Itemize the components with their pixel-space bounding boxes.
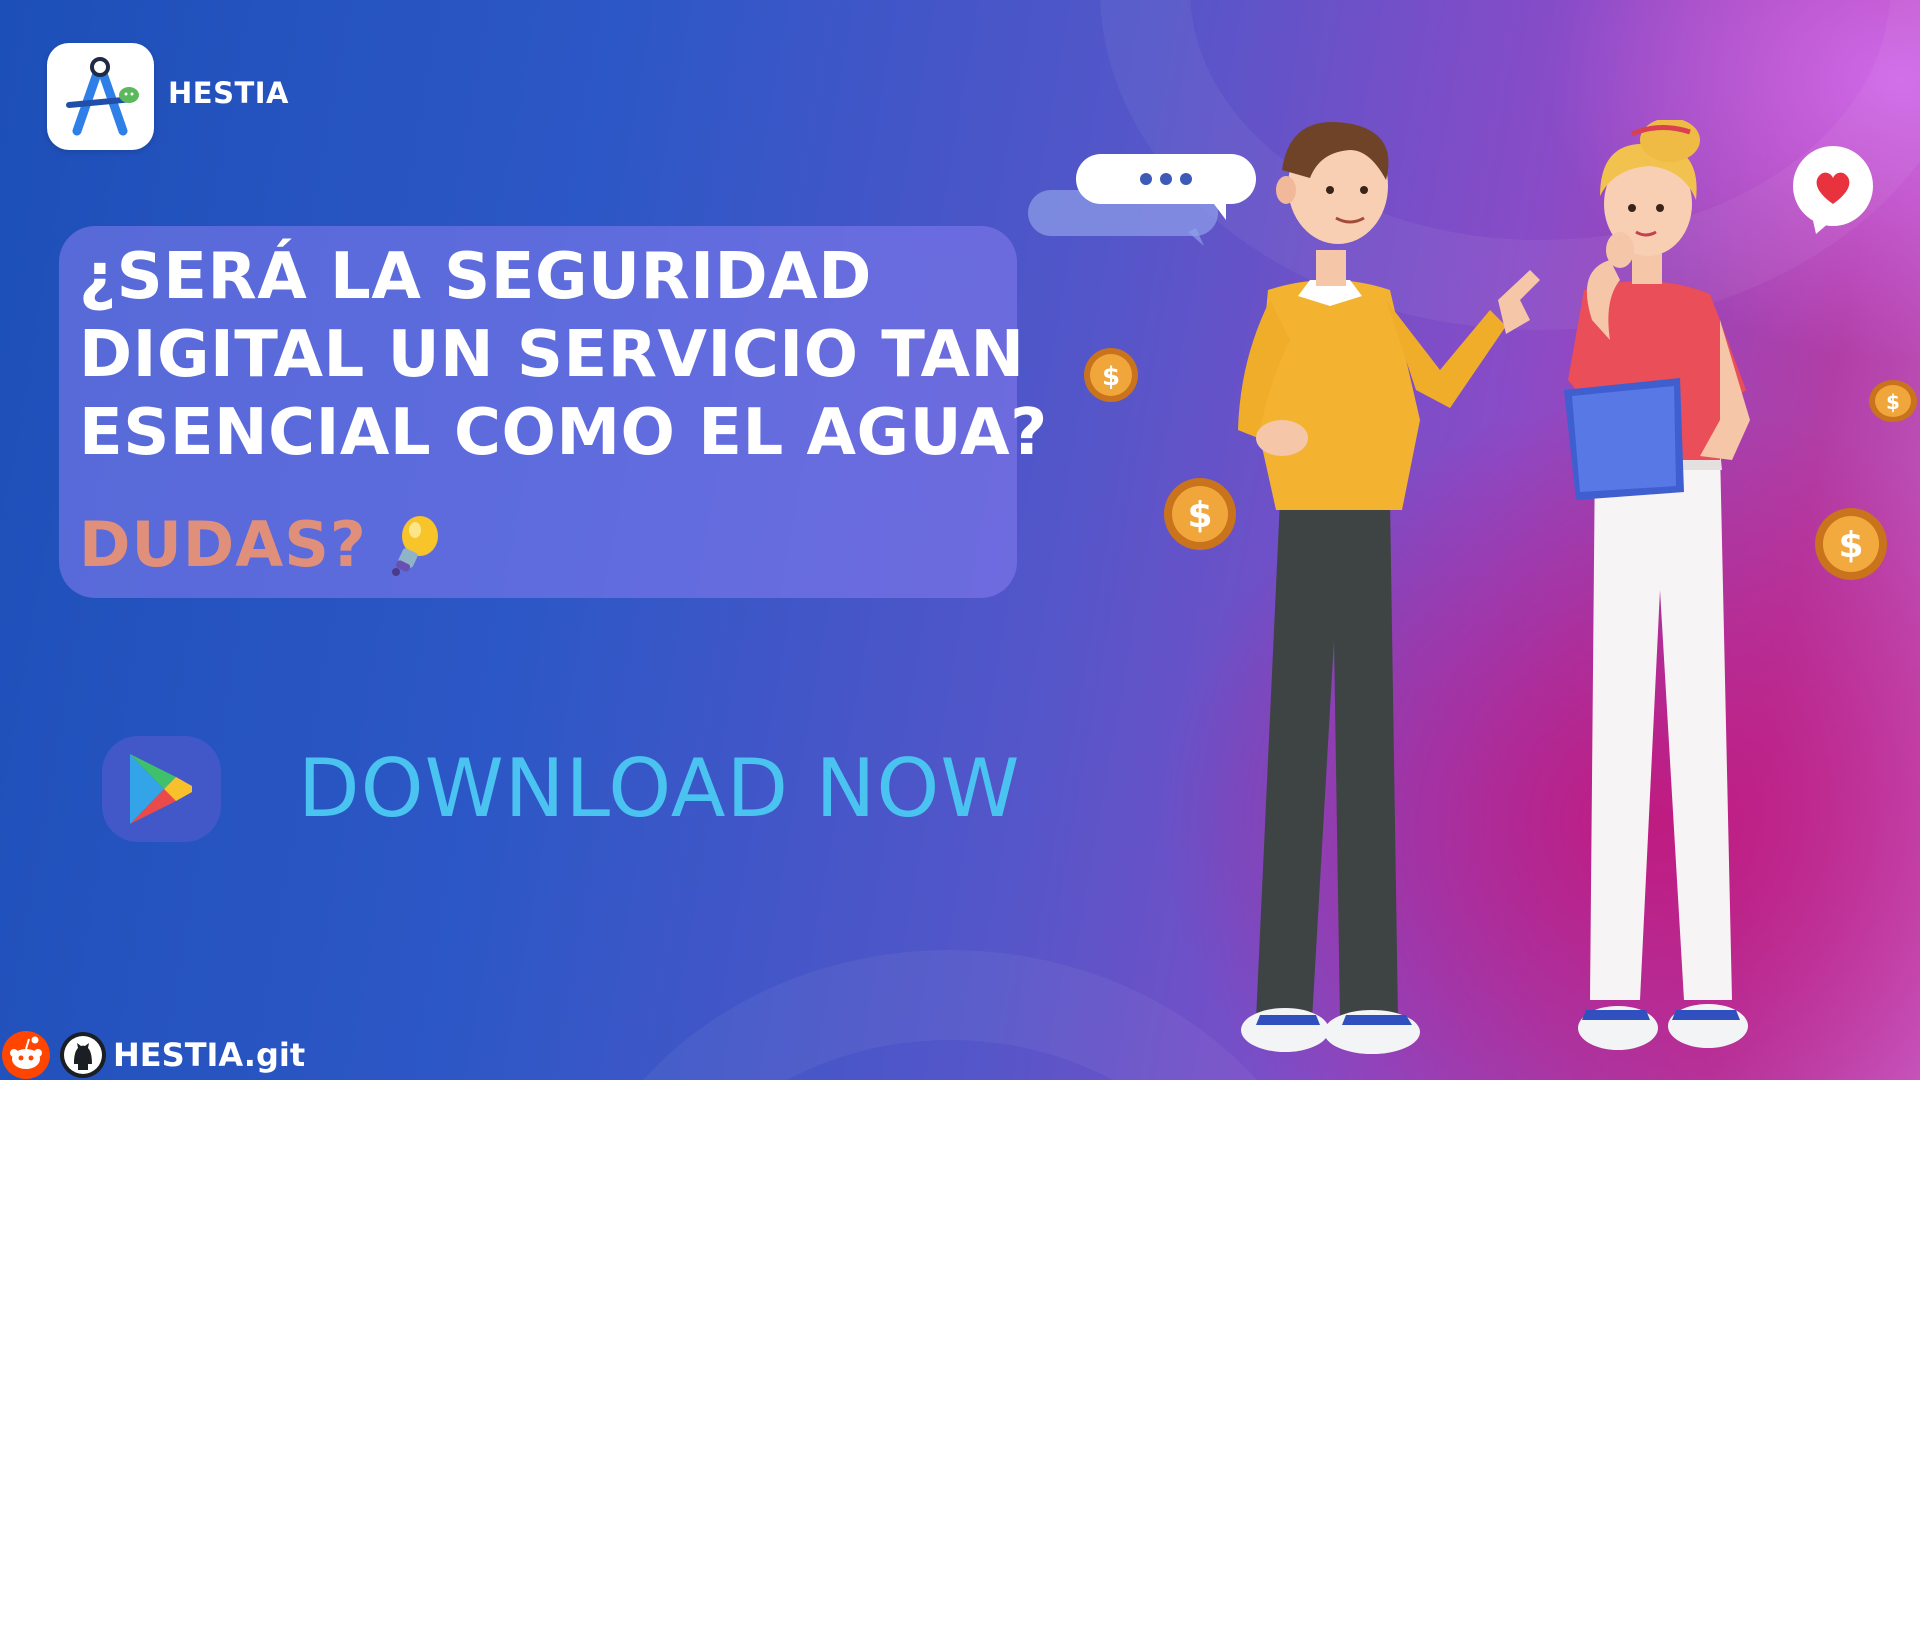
reddit-icon[interactable] bbox=[2, 1031, 50, 1079]
brand-name: HESTIA bbox=[168, 76, 289, 110]
man-figure bbox=[1238, 121, 1540, 1054]
github-icon[interactable] bbox=[60, 1032, 106, 1078]
download-now-link[interactable]: DOWNLOAD NOW bbox=[298, 742, 1020, 835]
woman-figure bbox=[1564, 120, 1750, 1050]
lightbulb-icon bbox=[392, 516, 438, 576]
subheading: DUDAS? bbox=[79, 508, 367, 581]
people-illustration bbox=[1238, 120, 1750, 1054]
app-logo[interactable] bbox=[47, 43, 154, 150]
google-play-button[interactable] bbox=[102, 736, 221, 842]
headline: ¿SERÁ LA SEGURIDAD DIGITAL UN SERVICIO T… bbox=[79, 238, 1048, 472]
headline-line: ESENCIAL COMO EL AGUA? bbox=[79, 396, 1048, 470]
headline-line: DIGITAL UN SERVICIO TAN bbox=[79, 318, 1025, 392]
repo-link[interactable]: HESTIA.git bbox=[113, 1036, 305, 1074]
headline-line: ¿SERÁ LA SEGURIDAD bbox=[79, 240, 872, 314]
google-play-icon bbox=[130, 754, 192, 824]
app-logo-icon bbox=[66, 57, 139, 136]
